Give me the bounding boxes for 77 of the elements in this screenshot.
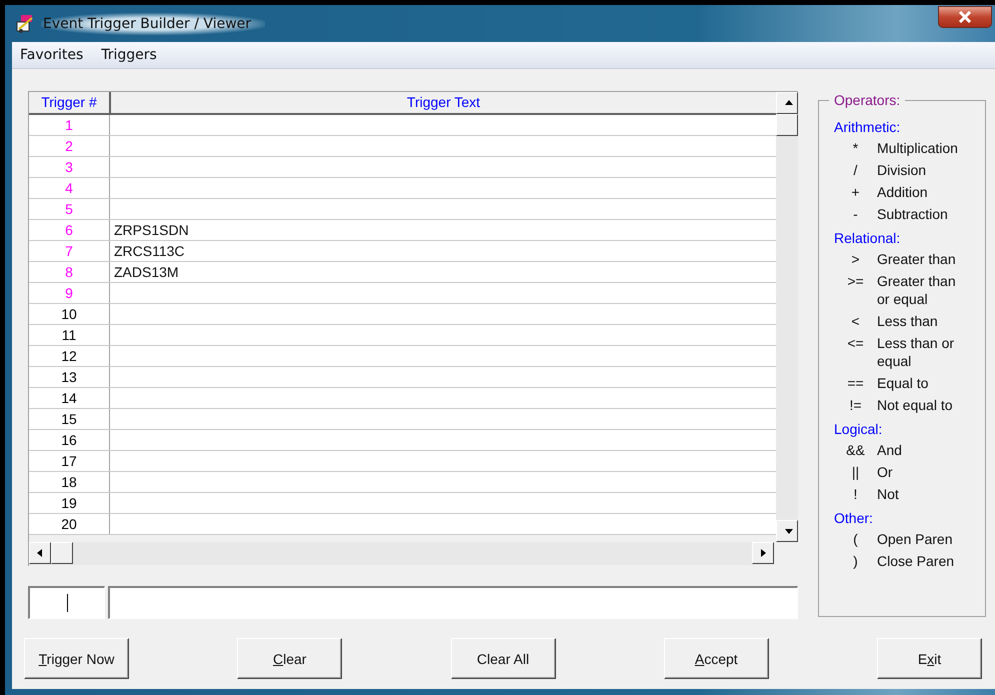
operator-symbol: <= (846, 334, 865, 353)
row-number: 4 (29, 178, 110, 198)
column-header[interactable]: Trigger # (29, 92, 111, 113)
row-number: 2 (29, 136, 110, 156)
row-number: 1 (29, 115, 110, 135)
horizontal-scrollbar[interactable] (29, 542, 774, 565)
operator-symbol: ) (852, 552, 859, 570)
row-number: 6 (29, 220, 110, 240)
trigger-text-field[interactable] (108, 586, 798, 619)
row-number: 11 (29, 325, 110, 345)
operator-symbol: < (850, 312, 861, 330)
scroll-thumb[interactable] (51, 542, 73, 564)
row-number: 17 (29, 451, 110, 471)
group-title: Relational: (834, 230, 900, 246)
operator-label: Not equal to (877, 396, 952, 414)
action-button[interactable]: Clear (237, 638, 342, 679)
window-title: Event Trigger Builder / Viewer (41, 12, 266, 34)
operator-symbol: - (852, 205, 859, 223)
operator-symbol: ! (852, 485, 858, 503)
row-number: 12 (29, 346, 110, 366)
row-number: 20 (29, 514, 110, 534)
row-number: 14 (29, 388, 110, 408)
operator-label: Subtraction (877, 205, 948, 223)
operator-label: Division (877, 161, 926, 179)
operator-label: Less than (877, 312, 938, 330)
operator-symbol: * (852, 139, 860, 157)
row-number: 9 (29, 283, 110, 303)
operator-label: Not (877, 485, 899, 503)
table-cell: ZADS13M (114, 264, 179, 280)
operator-symbol: > (850, 250, 861, 268)
menu-item[interactable]: Triggers (101, 47, 157, 63)
menu-item[interactable]: Favorites (20, 47, 84, 63)
row-number: 8 (29, 262, 110, 282)
row-number: 10 (29, 304, 110, 324)
row-number: 7 (29, 241, 110, 261)
operator-symbol: != (848, 396, 863, 414)
panel-title: Operators: (829, 92, 906, 108)
action-button[interactable]: Exit (877, 638, 982, 679)
row-number: 15 (29, 409, 110, 429)
column-header[interactable]: Trigger Text (111, 92, 776, 113)
operator-label: Less than or equal (877, 334, 954, 370)
app-icon (15, 14, 35, 34)
operator-label: Open Paren (877, 530, 952, 548)
operator-symbol: && (845, 441, 866, 459)
row-number: 3 (29, 157, 110, 177)
scroll-thumb[interactable] (776, 114, 798, 136)
row-number: 19 (29, 493, 110, 513)
number-field[interactable] (28, 586, 105, 619)
action-button[interactable]: Accept (664, 638, 769, 679)
operator-symbol: / (852, 161, 858, 179)
operator-label: Equal to (877, 374, 928, 392)
row-number: 13 (29, 367, 110, 387)
group-title: Logical: (834, 421, 882, 437)
close-icon (958, 10, 972, 22)
operator-label: Multiplication (877, 139, 958, 157)
operator-label: Close Paren (877, 552, 954, 570)
group-title: Arithmetic: (834, 119, 900, 135)
operator-label: Greater than (877, 250, 956, 268)
action-button[interactable]: Clear All (450, 638, 556, 679)
action-button[interactable]: Trigger Now (24, 638, 129, 679)
group-title: Other: (834, 510, 873, 526)
close-button[interactable] (938, 6, 992, 28)
operator-symbol: == (846, 374, 865, 392)
operator-symbol: >= (846, 272, 865, 291)
operator-label: Addition (877, 183, 928, 201)
row-number: 16 (29, 430, 110, 450)
operator-label: Greater than or equal (877, 272, 956, 308)
operator-label: And (877, 441, 902, 459)
operator-symbol: || (850, 463, 860, 481)
row-number: 5 (29, 199, 110, 219)
operator-symbol: + (850, 183, 861, 201)
operator-symbol: ( (852, 530, 859, 548)
row-number: 18 (29, 472, 110, 492)
vertical-scrollbar[interactable] (776, 92, 798, 542)
table-cell: ZRPS1SDN (114, 222, 189, 238)
table-cell: ZRCS113C (114, 243, 185, 259)
operator-label: Or (877, 463, 893, 481)
